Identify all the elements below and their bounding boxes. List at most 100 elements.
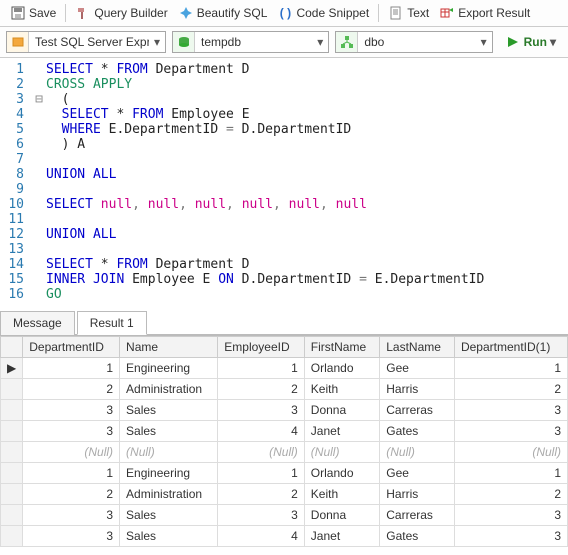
result-table[interactable]: DepartmentIDNameEmployeeIDFirstNameLastN… <box>0 336 568 547</box>
result-grid: DepartmentIDNameEmployeeIDFirstNameLastN… <box>0 335 568 547</box>
cell: 3 <box>218 505 305 526</box>
code-line[interactable]: 12UNION ALL <box>0 227 568 242</box>
export-icon <box>439 5 455 21</box>
code-content: INNER JOIN Employee E ON D.DepartmentID … <box>46 272 484 287</box>
cell: 3 <box>218 400 305 421</box>
table-row[interactable]: 3Sales4JanetGates3 <box>1 526 568 547</box>
fold-toggle <box>32 197 46 212</box>
snippet-button[interactable]: ( ) Code Snippet <box>273 3 373 23</box>
code-line[interactable]: 6 ) A <box>0 137 568 152</box>
code-line[interactable]: 13 <box>0 242 568 257</box>
run-label: Run <box>524 35 547 49</box>
run-button[interactable]: Run ▾ <box>499 32 562 52</box>
cell: Engineering <box>120 358 218 379</box>
text-button[interactable]: Text <box>384 3 433 23</box>
column-header[interactable]: EmployeeID <box>218 337 305 358</box>
code-line[interactable]: 5 WHERE E.DepartmentID = D.DepartmentID <box>0 122 568 137</box>
code-line[interactable]: 10 SELECT null, null, null, null, null, n… <box>0 197 568 212</box>
fold-toggle <box>32 77 46 92</box>
cell: Orlando <box>304 463 379 484</box>
code-line[interactable]: 9 <box>0 182 568 197</box>
code-content: WHERE E.DepartmentID = D.DepartmentID <box>46 122 351 137</box>
code-line[interactable]: 15INNER JOIN Employee E ON D.DepartmentI… <box>0 272 568 287</box>
code-line[interactable]: 11 <box>0 212 568 227</box>
chevron-down-icon: ▾ <box>149 35 165 49</box>
beautify-label: Beautify SQL <box>197 6 268 20</box>
cell: 3 <box>454 421 567 442</box>
line-number: 11 <box>0 212 32 227</box>
code-line[interactable]: 2CROSS APPLY <box>0 77 568 92</box>
server-value: Test SQL Server Expres <box>29 35 149 49</box>
play-icon <box>505 34 521 50</box>
schema-dropdown[interactable]: dbo ▾ <box>335 31 492 53</box>
header-row: DepartmentIDNameEmployeeIDFirstNameLastN… <box>1 337 568 358</box>
code-content: SELECT null, null, null, null, null, nul… <box>46 197 367 212</box>
document-icon <box>388 5 404 21</box>
table-row[interactable]: 3Sales3DonnaCarreras3 <box>1 400 568 421</box>
cell: 2 <box>218 484 305 505</box>
code-line[interactable]: 1SELECT * FROM Department D <box>0 62 568 77</box>
cell: (Null) <box>380 442 455 463</box>
cell: Janet <box>304 526 379 547</box>
table-row[interactable]: 2Administration2KeithHarris2 <box>1 484 568 505</box>
database-dropdown[interactable]: tempdb ▾ <box>172 31 329 53</box>
database-value: tempdb <box>195 35 312 49</box>
code-content: UNION ALL <box>46 167 116 182</box>
code-content: UNION ALL <box>46 227 116 242</box>
query-builder-button[interactable]: Query Builder <box>71 3 171 23</box>
cell: 1 <box>23 358 120 379</box>
cell: Janet <box>304 421 379 442</box>
code-line[interactable]: 3⊟ ( <box>0 92 568 107</box>
cell: 3 <box>23 400 120 421</box>
tab-result[interactable]: Result 1 <box>77 311 147 335</box>
table-row[interactable]: 2Administration2KeithHarris2 <box>1 379 568 400</box>
cell: (Null) <box>304 442 379 463</box>
cell: 3 <box>454 505 567 526</box>
cell: Harris <box>380 379 455 400</box>
beautify-button[interactable]: Beautify SQL <box>174 3 272 23</box>
query-builder-label: Query Builder <box>94 6 167 20</box>
code-content: ) A <box>46 137 85 152</box>
line-number: 10 <box>0 197 32 212</box>
column-header[interactable]: LastName <box>380 337 455 358</box>
table-row[interactable]: 3Sales3DonnaCarreras3 <box>1 505 568 526</box>
chevron-down-icon: ▾ <box>550 35 556 49</box>
export-button[interactable]: Export Result <box>435 3 534 23</box>
table-row[interactable]: 1Engineering1OrlandoGee1 <box>1 463 568 484</box>
code-line[interactable]: 8UNION ALL <box>0 167 568 182</box>
cell: Sales <box>120 400 218 421</box>
column-header[interactable]: Name <box>120 337 218 358</box>
cell: 1 <box>218 463 305 484</box>
table-row[interactable]: (Null)(Null)(Null)(Null)(Null)(Null) <box>1 442 568 463</box>
fold-toggle[interactable]: ⊟ <box>32 92 46 107</box>
code-content: SELECT * FROM Department D <box>46 257 250 272</box>
tab-message[interactable]: Message <box>0 311 75 335</box>
column-header[interactable]: DepartmentID(1) <box>454 337 567 358</box>
save-label: Save <box>29 6 56 20</box>
save-icon <box>10 5 26 21</box>
code-line[interactable]: 4 SELECT * FROM Employee E <box>0 107 568 122</box>
column-header[interactable]: FirstName <box>304 337 379 358</box>
hammer-icon <box>75 5 91 21</box>
result-tabs: Message Result 1 <box>0 310 568 335</box>
code-line[interactable]: 7 <box>0 152 568 167</box>
chevron-down-icon: ▾ <box>476 35 492 49</box>
cell: Engineering <box>120 463 218 484</box>
cell: Donna <box>304 505 379 526</box>
row-marker <box>1 421 23 442</box>
sql-editor[interactable]: 1SELECT * FROM Department D2CROSS APPLY3… <box>0 58 568 306</box>
cell: (Null) <box>23 442 120 463</box>
line-number: 4 <box>0 107 32 122</box>
code-line[interactable]: 14SELECT * FROM Department D <box>0 257 568 272</box>
fold-toggle <box>32 287 46 302</box>
server-dropdown[interactable]: Test SQL Server Expres ▾ <box>6 31 166 53</box>
column-header[interactable]: DepartmentID <box>23 337 120 358</box>
main-toolbar: Save Query Builder Beautify SQL ( ) Code… <box>0 0 568 27</box>
code-content: SELECT * FROM Department D <box>46 62 250 77</box>
code-content: CROSS APPLY <box>46 77 132 92</box>
table-row[interactable]: ▶1Engineering1OrlandoGee1 <box>1 358 568 379</box>
server-icon <box>7 32 29 52</box>
save-button[interactable]: Save <box>6 3 60 23</box>
code-line[interactable]: 16GO <box>0 287 568 302</box>
table-row[interactable]: 3Sales4JanetGates3 <box>1 421 568 442</box>
